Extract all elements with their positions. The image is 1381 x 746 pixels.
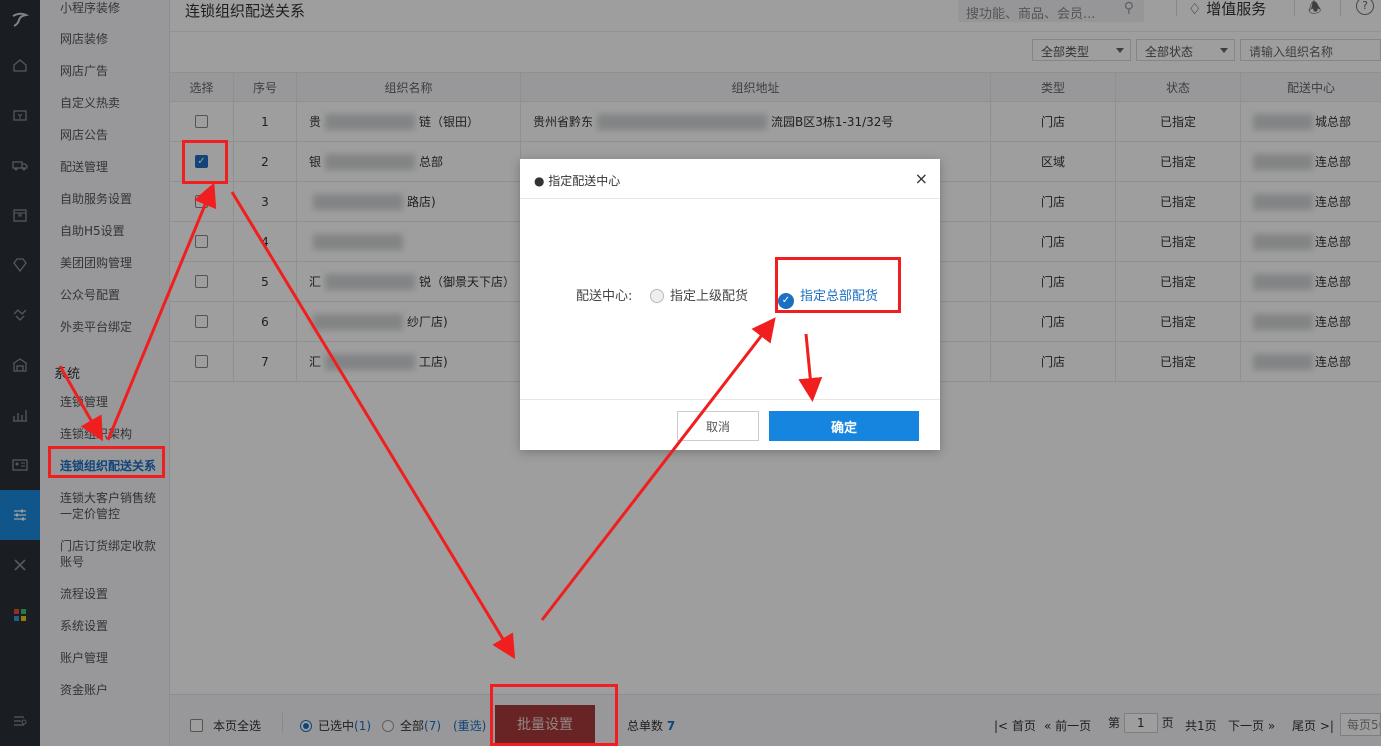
delivery-center-label: 配送中心: [576,289,633,304]
dialog-divider [520,399,940,400]
annotation-box-batch [490,684,618,746]
annotation-box-checkbox [182,140,228,184]
option-upper-level-label: 指定上级配货 [670,289,749,304]
radio-unchecked-icon[interactable] [650,289,664,303]
cancel-button[interactable]: 取消 [677,411,759,441]
dialog-title: ● 指定配送中心 [520,159,940,199]
annotation-box-option [775,257,901,313]
annotation-box-sidebar [48,446,165,478]
option-upper-level[interactable]: 指定上级配货 [650,285,748,304]
close-icon[interactable]: × [915,169,928,188]
confirm-button[interactable]: 确定 [769,411,919,441]
